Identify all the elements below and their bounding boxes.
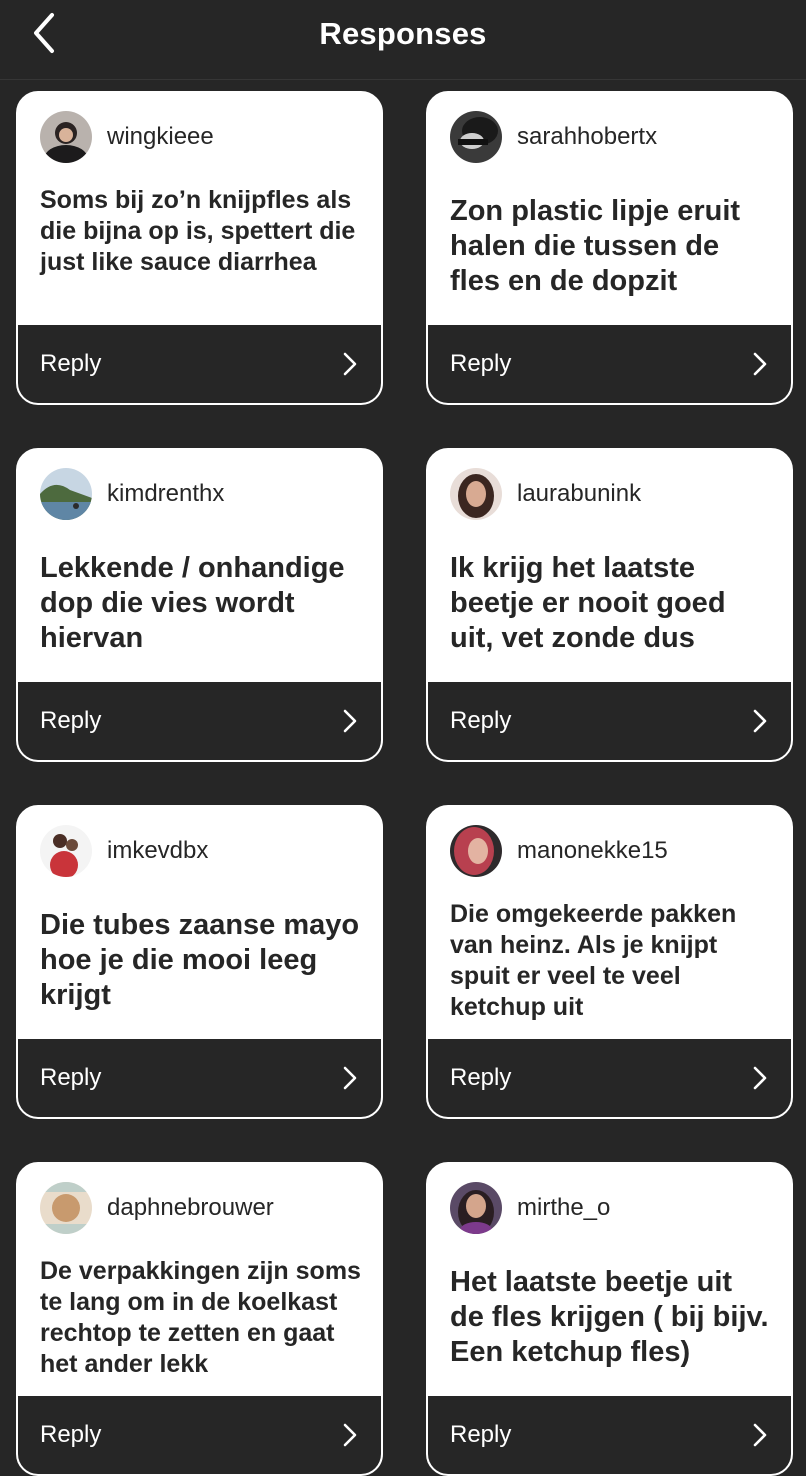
response-text: Ik krijg het laatste beetje er nooit goe… [450,552,726,654]
response-author[interactable]: daphnebrouwer [40,1182,274,1234]
chevron-right-icon [753,1066,767,1090]
response-text: Zon plastic lipje eruit halen die tussen… [450,195,741,297]
username: imkevdbx [107,837,209,864]
response-card: imkevdbx Die tubes zaanse mayo hoe je di… [16,805,383,1119]
reply-label: Reply [40,350,102,377]
response-body: kimdrenthx Lekkende / onhandige dop die … [18,450,381,686]
username: laurabunink [517,480,642,507]
reply-button[interactable]: Reply [428,325,791,403]
avatar[interactable] [40,468,92,520]
avatar[interactable] [40,825,92,877]
reply-button[interactable]: Reply [428,1396,791,1474]
response-text: Die tubes zaanse mayo hoe je die mooi le… [40,909,360,1011]
reply-label: Reply [40,707,102,734]
page-title: Responses [319,16,487,51]
reply-label: Reply [40,1421,102,1448]
avatar[interactable] [450,111,502,163]
response-body: wingkieee Soms bij zo’n knijpfles als di… [18,93,381,329]
username: sarahhobertx [517,123,658,150]
response-body: sarahhobertx Zon plastic lipje eruit hal… [428,93,791,329]
avatar[interactable] [40,1182,92,1234]
response-card: laurabunink Ik krijg het laatste beetje … [426,448,793,762]
avatar[interactable] [40,111,92,163]
response-author[interactable]: manonekke15 [450,825,668,877]
response-body: daphnebrouwer De verpakkingen zijn soms … [18,1164,381,1400]
top-bar: Responses [0,0,806,80]
response-card: sarahhobertx Zon plastic lipje eruit hal… [426,91,793,405]
response-card: mirthe_o Het laatste beetje uit de fles … [426,1162,793,1476]
reply-button[interactable]: Reply [18,325,381,403]
response-author[interactable]: sarahhobertx [450,111,657,163]
response-text: Lekkende / onhandige dop die vies wordt … [40,552,345,654]
reply-label: Reply [450,707,512,734]
chevron-right-icon [343,352,357,376]
response-card: daphnebrouwer De verpakkingen zijn soms … [16,1162,383,1476]
username: mirthe_o [517,1194,611,1221]
chevron-right-icon [343,1066,357,1090]
reply-label: Reply [40,1064,102,1091]
response-body: imkevdbx Die tubes zaanse mayo hoe je di… [18,807,381,1043]
response-author[interactable]: kimdrenthx [40,468,224,520]
reply-label: Reply [450,1421,512,1448]
reply-button[interactable]: Reply [18,682,381,760]
reply-button[interactable]: Reply [18,1396,381,1474]
response-text: Die omgekeerde pakken van heinz. Als je … [450,900,737,1021]
response-body: laurabunink Ik krijg het laatste beetje … [428,450,791,686]
response-body: mirthe_o Het laatste beetje uit de fles … [428,1164,791,1400]
reply-label: Reply [450,1064,512,1091]
response-author[interactable]: wingkieee [40,111,214,163]
avatar[interactable] [450,468,502,520]
reply-label: Reply [450,350,512,377]
response-author[interactable]: imkevdbx [40,825,208,877]
avatar[interactable] [450,1182,502,1234]
chevron-right-icon [753,1423,767,1447]
reply-button[interactable]: Reply [428,1039,791,1117]
chevron-right-icon [343,709,357,733]
chevron-right-icon [343,1423,357,1447]
response-text: De verpakkingen zijn soms te lang om in … [40,1257,361,1378]
avatar[interactable] [450,825,502,877]
response-text: Het laatste beetje uit de fles krijgen (… [450,1266,769,1368]
response-card: wingkieee Soms bij zo’n knijpfles als di… [16,91,383,405]
username: kimdrenthx [107,480,225,507]
response-card: manonekke15 Die omgekeerde pakken van he… [426,805,793,1119]
chevron-right-icon [753,352,767,376]
username: manonekke15 [517,837,668,864]
response-author[interactable]: laurabunink [450,468,641,520]
reply-button[interactable]: Reply [18,1039,381,1117]
response-text: Soms bij zo’n knijpfles als die bijna op… [40,186,356,276]
chevron-right-icon [753,709,767,733]
response-author[interactable]: mirthe_o [450,1182,610,1234]
username: daphnebrouwer [107,1194,274,1221]
reply-button[interactable]: Reply [428,682,791,760]
response-card: kimdrenthx Lekkende / onhandige dop die … [16,448,383,762]
response-body: manonekke15 Die omgekeerde pakken van he… [428,807,791,1043]
username: wingkieee [107,123,214,150]
